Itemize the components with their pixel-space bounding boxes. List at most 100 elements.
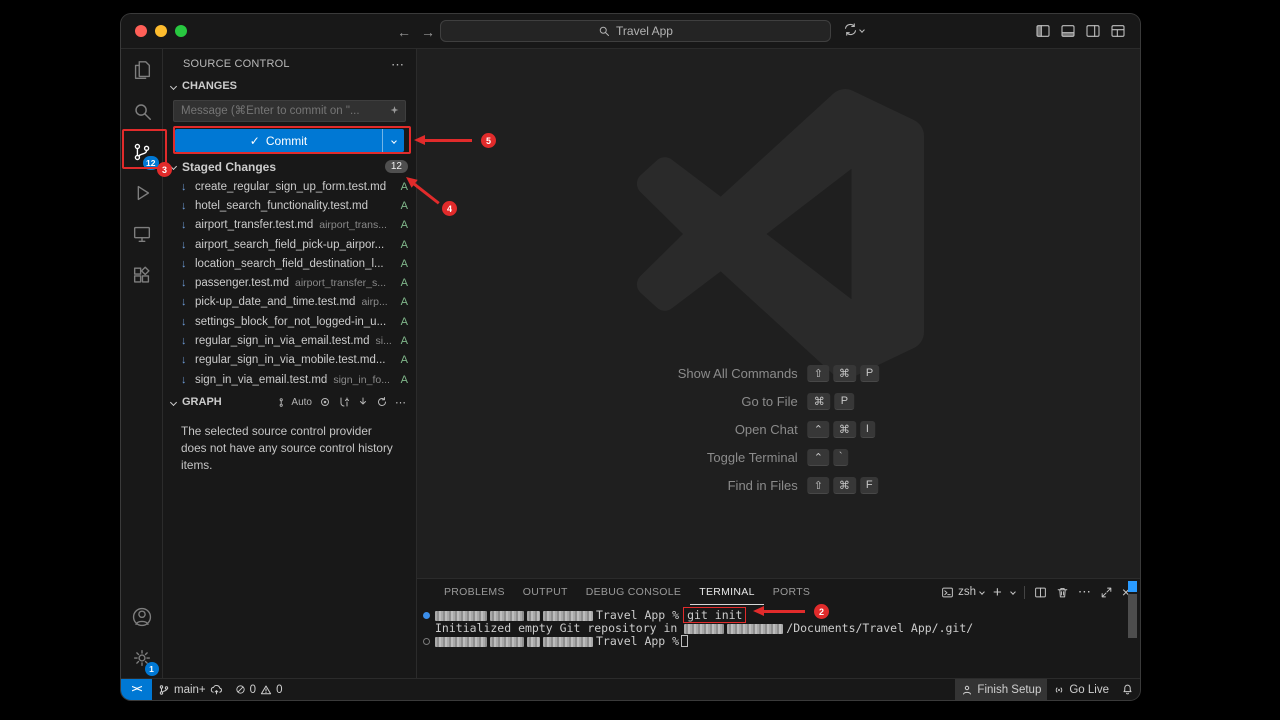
problems-status-item[interactable]: 0 0 [229, 679, 289, 700]
changes-section-header[interactable]: CHANGES [163, 75, 416, 97]
command-pending-dot [423, 638, 430, 645]
markdown-file-icon: ↓ [181, 181, 195, 193]
cherry-pick-icon[interactable] [338, 396, 350, 408]
navigate-forward-icon[interactable]: → [421, 24, 435, 40]
redacted-text [543, 611, 593, 621]
markdown-file-icon: ↓ [181, 335, 195, 347]
redacted-text [543, 637, 593, 647]
keyboard-shortcut-hints: Show All Commands ⇧⌘P Go to File ⌘P Open… [678, 365, 880, 494]
markdown-file-icon: ↓ [181, 277, 195, 289]
remote-indicator[interactable]: >< [121, 679, 152, 700]
git-status-letter: A [395, 258, 408, 270]
markdown-file-icon: ↓ [181, 200, 195, 212]
extensions-icon[interactable] [121, 254, 163, 295]
graph-auto-button[interactable]: Auto [278, 397, 312, 408]
staged-file-row[interactable]: ↓settings_block_for_not_logged-in_u...A [163, 312, 416, 331]
staged-changes-header[interactable]: Staged Changes 12 [163, 156, 416, 177]
terminal-cursor [681, 635, 688, 647]
new-terminal-button[interactable]: + [993, 584, 1002, 601]
sidebar-title: SOURCE CONTROL [183, 58, 290, 70]
git-branch-icon [158, 684, 170, 696]
notifications-bell-icon[interactable] [1115, 679, 1140, 700]
broadcast-icon [1053, 684, 1065, 696]
graph-more-actions-icon[interactable]: ⋯ [395, 396, 406, 409]
status-bar: >< main+ 0 0 Finish Setup Go Live [121, 678, 1140, 700]
git-status-letter: A [395, 316, 408, 328]
run-debug-icon[interactable] [121, 172, 163, 213]
staged-file-row[interactable]: ↓regular_sign_in_via_email.test.mdsi...A [163, 331, 416, 350]
git-status-letter: A [395, 219, 408, 231]
fetch-icon[interactable] [357, 396, 369, 408]
terminal-text: Initialized empty Git repository in [435, 621, 677, 635]
toggle-panel-icon[interactable] [1060, 23, 1076, 39]
markdown-file-icon: ↓ [181, 258, 195, 270]
tab-ports[interactable]: PORTS [764, 579, 819, 605]
tab-terminal[interactable]: TERMINAL [690, 579, 764, 605]
annotation-number-4: 4 [442, 201, 457, 216]
command-center[interactable]: Travel App [440, 20, 831, 42]
warnings-icon [260, 684, 272, 696]
search-icon [598, 25, 610, 37]
target-commit-icon[interactable] [319, 396, 331, 408]
vscode-logo-watermark [634, 89, 924, 379]
redacted-text [527, 611, 540, 621]
redacted-text [435, 611, 487, 621]
staged-file-row[interactable]: ↓airport_transfer.test.mdairport_trans..… [163, 216, 416, 235]
panel-more-actions-icon[interactable]: ⋯ [1078, 584, 1091, 600]
staged-file-row[interactable]: ↓location_search_field_destination_l...A [163, 254, 416, 273]
redacted-text [727, 624, 783, 634]
staged-file-row[interactable]: ↓hotel_search_functionality.test.mdA [163, 196, 416, 215]
git-status-letter: A [395, 277, 408, 289]
generate-commit-message-icon[interactable] [388, 104, 401, 117]
git-status-letter: A [395, 200, 408, 212]
remote-explorer-icon[interactable] [121, 213, 163, 254]
tab-problems[interactable]: PROBLEMS [435, 579, 514, 605]
terminal-line: Initialized empty Git repository in /Doc… [417, 622, 1140, 635]
settings-gear-icon[interactable]: 1 [121, 637, 163, 678]
git-status-letter: A [395, 354, 408, 366]
chevron-down-icon [170, 399, 177, 406]
tab-output[interactable]: OUTPUT [514, 579, 577, 605]
maximize-panel-icon[interactable] [1100, 586, 1113, 599]
refresh-icon[interactable] [376, 396, 388, 408]
markdown-file-icon: ↓ [181, 374, 195, 386]
terminal-prompt: Travel App % [596, 608, 679, 622]
terminal-prompt: Travel App % [596, 634, 679, 648]
tab-debug-console[interactable]: DEBUG CONSOLE [577, 579, 691, 605]
customize-layout-icon[interactable] [1110, 23, 1126, 39]
go-live-button[interactable]: Go Live [1047, 679, 1115, 700]
settings-badge: 1 [145, 662, 159, 676]
staged-file-row[interactable]: ↓regular_sign_in_via_mobile.test.md...A [163, 351, 416, 370]
markdown-file-icon: ↓ [181, 316, 195, 328]
staged-file-row[interactable]: ↓pick-up_date_and_time.test.mdairp...A [163, 293, 416, 312]
navigate-back-icon[interactable]: ← [397, 24, 411, 40]
minimize-window-button[interactable] [155, 25, 167, 37]
staged-file-row[interactable]: ↓create_regular_sign_up_form.test.mdA [163, 177, 416, 196]
zoom-window-button[interactable] [175, 25, 187, 37]
kill-terminal-trash-icon[interactable] [1056, 586, 1069, 599]
toggle-secondary-sidebar-icon[interactable] [1085, 23, 1101, 39]
terminal-scrollbar[interactable] [1128, 581, 1137, 638]
finish-setup-button[interactable]: Finish Setup [955, 679, 1047, 700]
commit-message-input[interactable] [173, 100, 406, 122]
command-center-label: Travel App [616, 24, 673, 38]
staged-file-row[interactable]: ↓sign_in_via_email.test.mdsign_in_fo...A [163, 370, 416, 389]
branch-status-item[interactable]: main+ [152, 679, 229, 700]
shell-selector[interactable]: zsh [941, 586, 984, 599]
search-view-icon[interactable] [121, 90, 163, 131]
launch-profile-chevron-icon[interactable] [1010, 589, 1016, 595]
explorer-icon[interactable] [121, 49, 163, 90]
errors-icon [235, 684, 246, 695]
split-terminal-icon[interactable] [1034, 586, 1047, 599]
redacted-text [527, 637, 540, 647]
sync-icon[interactable] [843, 22, 864, 37]
publish-changes-icon [210, 683, 223, 696]
redacted-text [684, 624, 724, 634]
more-actions-icon[interactable]: ⋯ [391, 58, 404, 71]
close-window-button[interactable] [135, 25, 147, 37]
staged-file-row[interactable]: ↓airport_search_field_pick-up_airpor...A [163, 235, 416, 254]
graph-section-header[interactable]: GRAPH Auto ⋯ [163, 391, 416, 413]
toggle-primary-sidebar-icon[interactable] [1035, 23, 1051, 39]
accounts-icon[interactable] [121, 596, 163, 637]
staged-file-row[interactable]: ↓passenger.test.mdairport_transfer_s...A [163, 273, 416, 292]
